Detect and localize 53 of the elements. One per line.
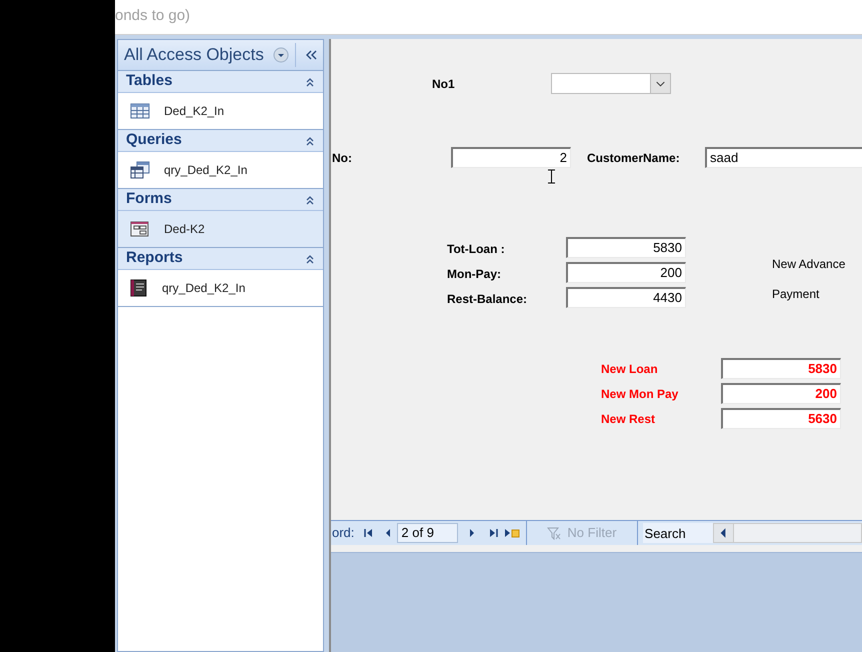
group-header[interactable]: Tables [118, 71, 323, 93]
form-note: Payment [772, 286, 820, 303]
text-cursor-icon [548, 169, 555, 184]
search-field[interactable]: Search [642, 523, 713, 543]
input-field[interactable]: 200 [566, 262, 686, 283]
new-record-icon[interactable] [504, 528, 520, 538]
table-icon [130, 103, 150, 119]
input-field[interactable]: 4430 [566, 287, 686, 308]
field-label: No: [332, 150, 352, 167]
input-field[interactable]: 5630 [721, 408, 841, 429]
group-header[interactable]: Queries [118, 130, 323, 152]
report-icon [130, 279, 148, 297]
scroll-left-icon[interactable] [714, 524, 734, 542]
collapse-icon[interactable] [305, 136, 315, 146]
caret-icon[interactable] [650, 74, 670, 93]
record-position-field[interactable]: 2 of 9 [397, 523, 458, 543]
previous-record-icon[interactable] [385, 528, 392, 538]
pane-title[interactable]: All Access Objects [124, 42, 264, 68]
record-label: ord: [332, 524, 354, 542]
input-field[interactable]: 200 [721, 383, 841, 404]
form-note: New Advance [772, 256, 846, 273]
field-label: New Loan [601, 361, 658, 378]
nav-item[interactable]: Ded-K2 [118, 211, 323, 248]
filter-icon [547, 526, 562, 540]
combo-label: No1 [432, 76, 455, 93]
form-icon [130, 221, 150, 237]
horizontal-scrollbar[interactable] [712, 523, 862, 543]
group-header[interactable]: Forms [118, 189, 323, 211]
next-record-icon[interactable] [469, 528, 476, 538]
collapse-pane-icon[interactable] [306, 50, 318, 60]
field-label: New Mon Pay [601, 386, 678, 403]
group-title[interactable]: Forms [126, 188, 172, 211]
input-field[interactable]: 2 [451, 147, 571, 168]
input-field[interactable]: 5830 [721, 358, 841, 379]
collapse-icon[interactable] [305, 194, 315, 204]
group-title[interactable]: Tables [126, 70, 172, 93]
group-header[interactable]: Reports [118, 248, 323, 270]
collapse-icon[interactable] [305, 254, 315, 264]
collapse-icon[interactable] [305, 76, 315, 86]
dropdown-icon[interactable] [272, 47, 289, 63]
field-label: New Rest [601, 411, 656, 428]
field-label: Tot-Loan : [447, 241, 505, 258]
first-record-icon[interactable] [364, 528, 374, 538]
query-icon [130, 161, 150, 179]
field-label: CustomerName: [587, 150, 680, 167]
status-text: onds to go) [115, 6, 190, 26]
group-title[interactable]: Queries [126, 129, 182, 152]
last-record-icon[interactable] [489, 528, 498, 538]
input-field[interactable]: saad [705, 147, 862, 168]
input-field[interactable]: 5830 [566, 237, 686, 258]
group-title[interactable]: Reports [126, 247, 183, 270]
field-label: Rest-Balance: [447, 291, 528, 308]
field-label: Mon-Pay: [447, 266, 501, 283]
